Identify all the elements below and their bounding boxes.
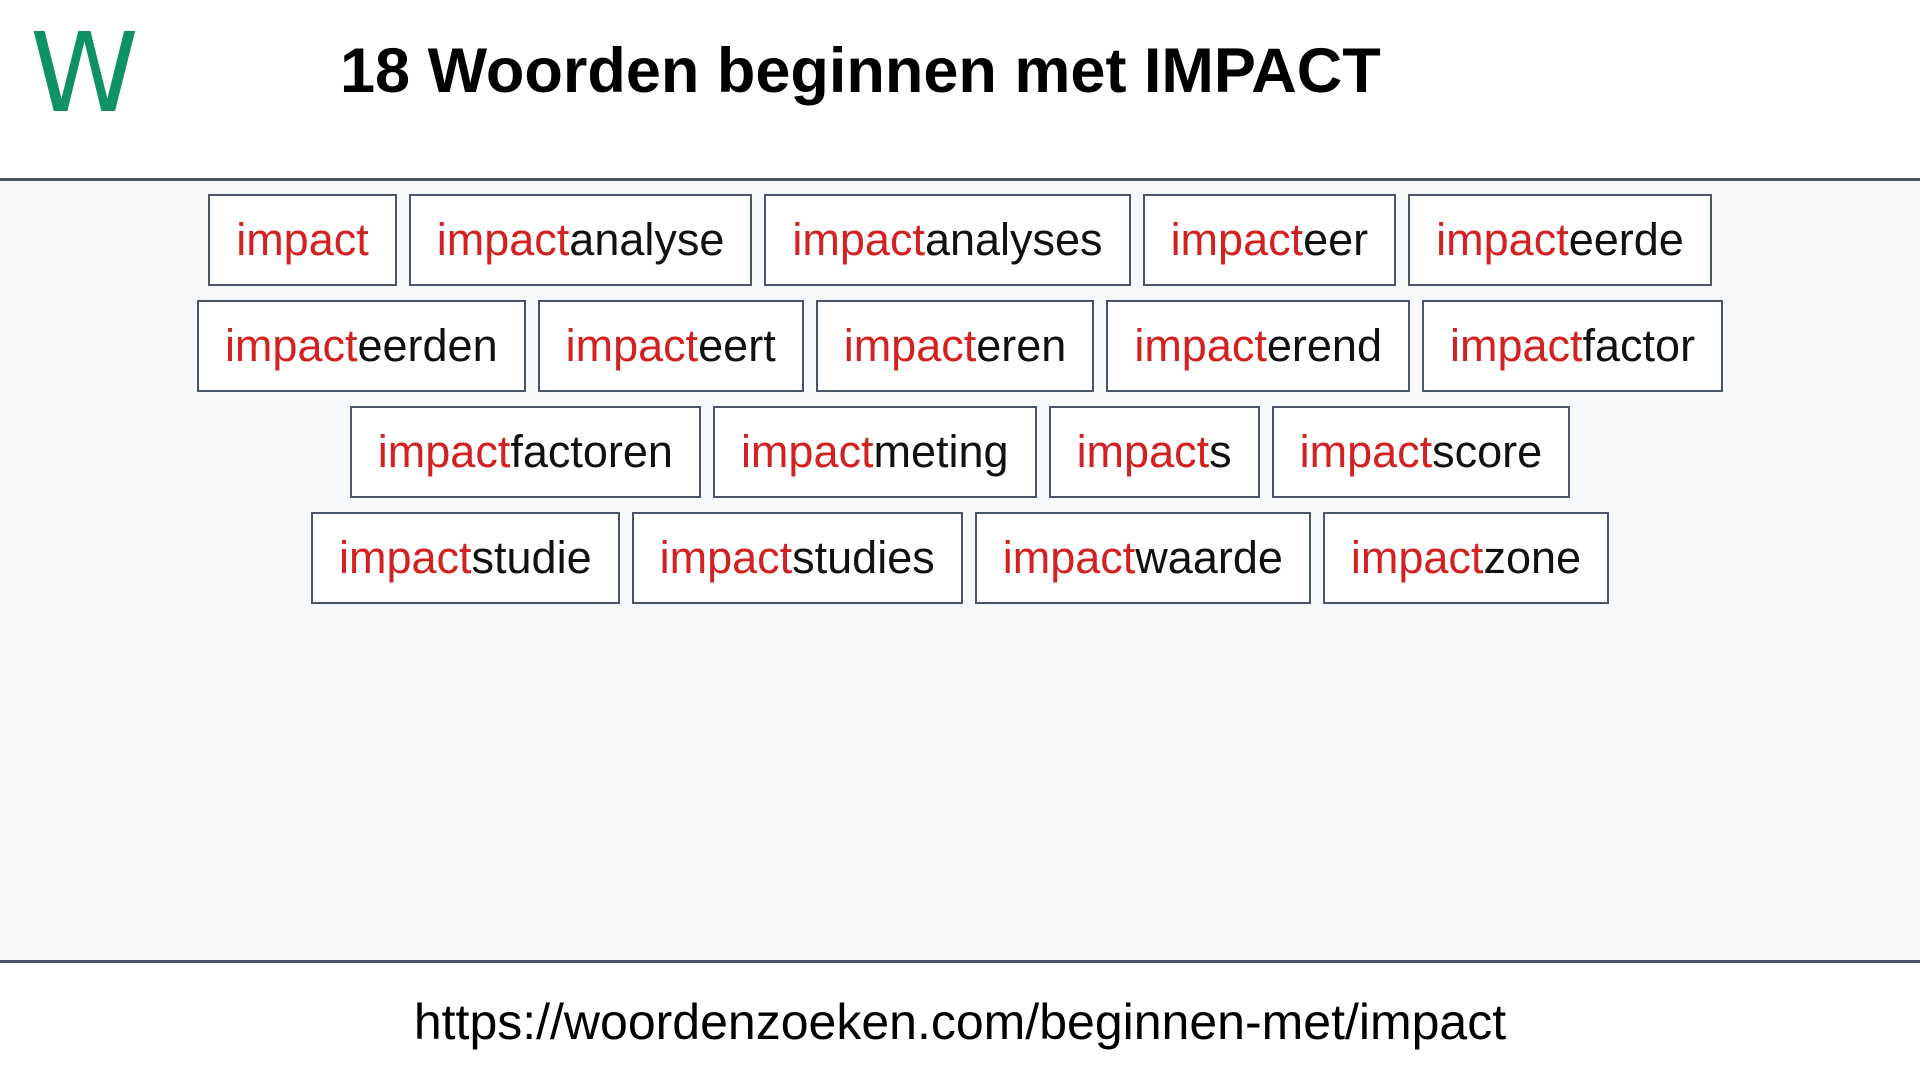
word-prefix: impact: [1134, 320, 1267, 371]
page-header: W 18 Woorden beginnen met IMPACT: [0, 0, 1920, 178]
word-box[interactable]: impactzone: [1322, 512, 1610, 604]
word-label: impacterend: [1134, 320, 1382, 372]
word-prefix: impact: [1299, 426, 1433, 477]
word-box[interactable]: impactmeting: [712, 406, 1037, 498]
word-prefix: impact: [740, 426, 874, 477]
page-title: 18 Woorden beginnen met IMPACT: [340, 36, 1381, 106]
word-label: impactzone: [1351, 532, 1581, 584]
word-label: impactscore: [1300, 426, 1543, 478]
word-suffix: analyses: [924, 214, 1103, 265]
page-footer: https://woordenzoeken.com/beginnen-met/i…: [0, 963, 1920, 1080]
word-box[interactable]: impactstudie: [310, 512, 620, 604]
word-label: impactfactor: [1450, 320, 1695, 372]
source-url: https://woordenzoeken.com/beginnen-met/i…: [413, 993, 1507, 1050]
word-label: impactstudies: [660, 532, 935, 584]
word-suffix: analyse: [569, 214, 725, 265]
word-row: impactstudie impactstudies impactwaarde imp…: [0, 512, 1920, 604]
word-prefix: impact: [565, 320, 699, 371]
word-suffix: eer: [1303, 214, 1369, 265]
word-suffix: erend: [1266, 320, 1382, 371]
word-prefix: impact: [1350, 532, 1484, 583]
word-box[interactable]: impactwaarde: [974, 512, 1311, 604]
woordenzoeken-logo: W: [30, 9, 139, 137]
word-label: impactfactoren: [378, 426, 673, 478]
word-label: impactstudie: [339, 532, 592, 584]
word-prefix: impact: [1449, 320, 1583, 371]
word-suffix: eert: [698, 320, 776, 371]
word-box[interactable]: impactanalyse: [408, 194, 753, 286]
word-box[interactable]: impacteerde: [1408, 194, 1712, 286]
word-prefix: impact: [792, 214, 925, 265]
word-box[interactable]: impact: [208, 194, 397, 286]
word-label: impacteerden: [225, 320, 498, 372]
word-label: impacteerde: [1436, 214, 1684, 266]
word-suffix: s: [1209, 426, 1232, 477]
word-prefix: impact: [1002, 532, 1136, 583]
word-prefix: impact: [436, 214, 570, 265]
word-suffix: score: [1432, 426, 1543, 477]
word-label: impactwaarde: [1003, 532, 1283, 584]
word-suffix: eerden: [357, 320, 498, 371]
word-prefix: impact: [1436, 214, 1569, 265]
word-prefix: impact: [843, 320, 977, 371]
word-row: impactfactoren impactmeting impacts impacts…: [0, 406, 1920, 498]
word-suffix: studie: [471, 532, 592, 583]
word-label: impact: [236, 214, 369, 266]
word-suffix: factor: [1582, 320, 1696, 371]
word-prefix: impact: [236, 214, 369, 265]
word-prefix: impact: [338, 532, 472, 583]
word-suffix: eren: [976, 320, 1067, 371]
word-box[interactable]: impactfactor: [1421, 300, 1724, 392]
page-root: W 18 Woorden beginnen met IMPACT impact i…: [0, 0, 1920, 1080]
word-suffix: meting: [873, 426, 1009, 477]
word-label: impacteer: [1171, 214, 1369, 266]
word-box[interactable]: impacteert: [537, 300, 804, 392]
word-box[interactable]: impactscore: [1271, 406, 1571, 498]
word-suffix: studies: [792, 532, 935, 583]
word-box[interactable]: impacts: [1048, 406, 1260, 498]
word-box[interactable]: impactfactoren: [349, 406, 701, 498]
word-list-container: impact impactanalyse impactanalyses impacte…: [0, 181, 1920, 960]
word-box[interactable]: impacteerden: [196, 300, 526, 392]
word-suffix: zone: [1483, 532, 1582, 583]
word-box[interactable]: impacteer: [1142, 194, 1397, 286]
word-row: impact impactanalyse impactanalyses impacte…: [0, 194, 1920, 286]
word-box[interactable]: impacterend: [1106, 300, 1410, 392]
word-box[interactable]: impacteren: [815, 300, 1095, 392]
word-prefix: impact: [224, 320, 358, 371]
word-label: impacts: [1077, 426, 1232, 478]
word-label: impacteert: [566, 320, 776, 372]
word-row: impacteerden impacteert impacteren impacter…: [0, 300, 1920, 392]
word-suffix: eerde: [1568, 214, 1684, 265]
word-suffix: waarde: [1135, 532, 1283, 583]
word-suffix: factoren: [510, 426, 673, 477]
word-label: impactmeting: [741, 426, 1009, 478]
word-box[interactable]: impactstudies: [631, 512, 963, 604]
word-label: impacteren: [844, 320, 1067, 372]
word-prefix: impact: [659, 532, 793, 583]
word-box[interactable]: impactanalyses: [764, 194, 1131, 286]
word-label: impactanalyse: [437, 214, 725, 266]
word-label: impactanalyses: [792, 214, 1102, 266]
word-prefix: impact: [1076, 426, 1210, 477]
word-prefix: impact: [1170, 214, 1304, 265]
word-prefix: impact: [377, 426, 511, 477]
